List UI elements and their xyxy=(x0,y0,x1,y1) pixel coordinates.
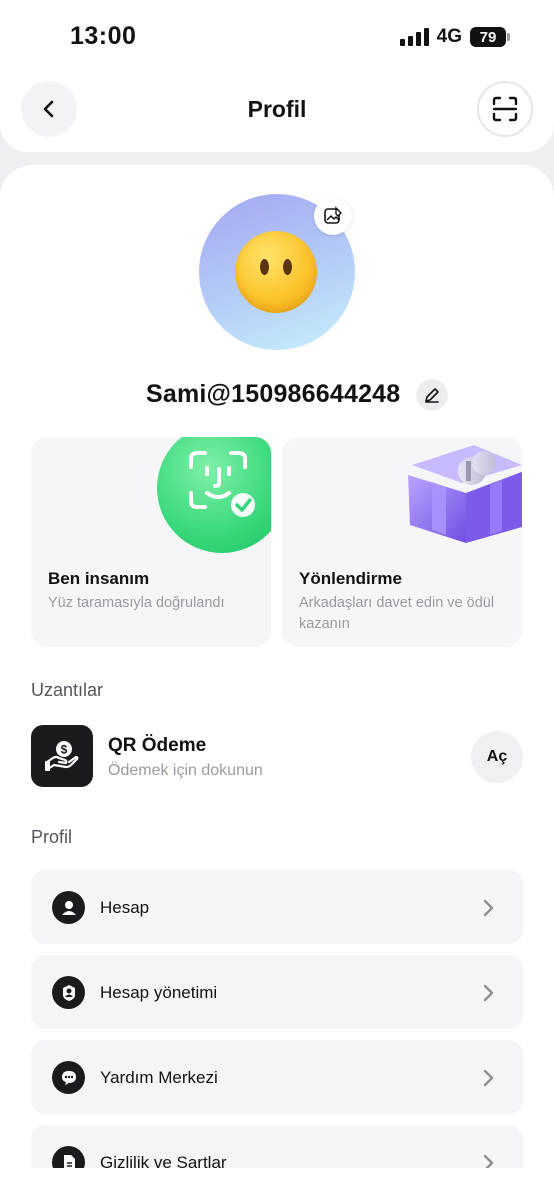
profile-section-label: Profil xyxy=(31,827,73,847)
user-icon xyxy=(52,891,85,924)
pencil-icon xyxy=(425,388,439,403)
menu-item-label: Hesap xyxy=(100,898,150,917)
chat-support-icon xyxy=(52,1061,85,1094)
edit-username-button[interactable] xyxy=(416,379,448,411)
card-referral[interactable]: Yönlendirme Arkadaşları davet edin ve öd… xyxy=(282,437,522,647)
status-time: 13:00 xyxy=(70,22,137,50)
battery-icon: 79 xyxy=(470,27,510,47)
dollar-hand-icon: $ xyxy=(31,725,93,787)
face-emoji-icon xyxy=(235,231,317,313)
image-edit-icon xyxy=(324,206,342,224)
extensions-section-label: Uzantılar xyxy=(31,680,104,700)
chevron-right-icon xyxy=(483,984,494,1002)
card-title: Ben insanım xyxy=(48,569,150,588)
card-subtitle: Yüz taramasıyla doğrulandı xyxy=(48,595,225,611)
profile-content: Sami@150986644248 Ben insanım Yüz tarama… xyxy=(0,165,554,1200)
extension-subtitle: Ödemek için dokunun xyxy=(108,762,263,779)
menu-item-label: Yardım Merkezi xyxy=(100,1068,218,1087)
header: Profil xyxy=(0,60,554,152)
menu-item-help-center[interactable]: Yardım Merkezi xyxy=(31,1040,523,1114)
user-badge-icon xyxy=(52,976,85,1009)
extension-title: QR Ödeme xyxy=(108,735,207,756)
menu-item-account[interactable]: Hesap xyxy=(31,870,523,944)
card-human-verification[interactable]: Ben insanım Yüz taramasıyla doğrulandı xyxy=(31,437,271,647)
chevron-right-icon xyxy=(483,899,494,917)
scan-button[interactable] xyxy=(477,81,533,137)
svg-text:$: $ xyxy=(61,743,68,757)
scan-icon xyxy=(492,96,518,122)
avatar-edit-button[interactable] xyxy=(314,197,352,235)
open-button[interactable]: Aç xyxy=(471,731,523,783)
bottom-safe-area xyxy=(0,1168,554,1200)
status-indicators: 4G 79 xyxy=(399,26,510,48)
signal-icon xyxy=(399,28,429,46)
page-title: Profil xyxy=(247,96,307,122)
chevron-right-icon xyxy=(483,1069,494,1087)
card-subtitle: Arkadaşları davet edin ve ödül kazanın xyxy=(299,595,495,632)
menu-item-account-management[interactable]: Hesap yönetimi xyxy=(31,955,523,1029)
battery-level: 79 xyxy=(479,28,497,46)
username: Sami@150986644248 xyxy=(146,380,401,408)
extension-qr-payment[interactable]: $ QR Ödeme Ödemek için dokunun Aç xyxy=(31,725,523,789)
network-label: 4G xyxy=(436,26,462,47)
menu-item-label: Hesap yönetimi xyxy=(100,983,218,1002)
card-title: Yönlendirme xyxy=(299,569,402,588)
gift-box-icon xyxy=(408,445,522,543)
face-id-icon xyxy=(157,437,271,553)
